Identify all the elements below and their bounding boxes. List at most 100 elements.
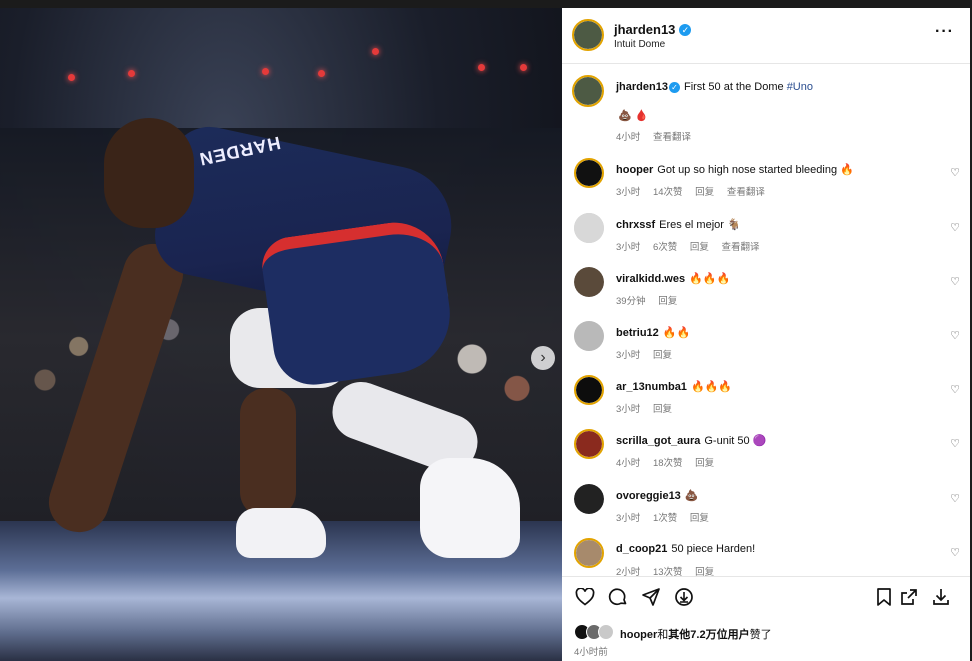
- reply-button[interactable]: 回复: [690, 513, 709, 524]
- comment-item: viralkidd.wes 🔥🔥🔥 39分钟 回复 ♡: [562, 267, 970, 321]
- comment-time: 4小时: [616, 458, 641, 469]
- divider: [562, 576, 970, 577]
- heart-icon[interactable]: ♡: [950, 383, 960, 396]
- bookmark-icon[interactable]: [873, 586, 895, 608]
- reply-button[interactable]: 回复: [695, 458, 714, 469]
- comment-avatar[interactable]: [574, 267, 604, 297]
- caption-hashtag[interactable]: #Uno: [787, 81, 813, 93]
- comment-username[interactable]: scrilla_got_aura: [616, 435, 700, 447]
- reply-button[interactable]: 回复: [653, 404, 672, 415]
- heart-icon[interactable]: [574, 586, 596, 608]
- comment-text: 🔥🔥: [662, 327, 691, 339]
- comment-avatar[interactable]: [574, 158, 604, 188]
- arena-light: [478, 64, 485, 71]
- comment-item: ovoreggie13 💩 3小时 1次赞 回复 ♡: [562, 484, 970, 538]
- comment-time: 39分钟: [616, 296, 646, 307]
- caption-text: First 50 at the Dome: [683, 81, 784, 93]
- comment-likes[interactable]: 18次赞: [653, 458, 683, 469]
- author-avatar[interactable]: [572, 75, 604, 107]
- caption-meta: 4小时 查看翻译: [616, 129, 701, 143]
- comment-time: 3小时: [616, 513, 641, 524]
- reply-button[interactable]: 回复: [695, 187, 714, 198]
- comment-avatar[interactable]: [574, 375, 604, 405]
- heart-icon[interactable]: ♡: [950, 275, 960, 288]
- comment-likes[interactable]: 1次赞: [653, 513, 677, 524]
- comment-time: 3小时: [616, 187, 641, 198]
- likes-joiner: 和: [657, 629, 669, 641]
- likes-suffix: 赞了: [749, 629, 772, 641]
- comment-username[interactable]: hooper: [616, 164, 653, 176]
- player-head: [104, 118, 194, 228]
- comment-username[interactable]: viralkidd.wes: [616, 273, 685, 285]
- comment-avatar[interactable]: [574, 538, 604, 568]
- caption-time: 4小时: [616, 132, 641, 143]
- comment-username[interactable]: ar_13numba1: [616, 381, 687, 393]
- comment-avatar[interactable]: [574, 484, 604, 514]
- arrow-circle-icon[interactable]: [673, 586, 695, 608]
- comment-username[interactable]: d_coop21: [616, 543, 667, 555]
- heart-icon[interactable]: ♡: [950, 492, 960, 505]
- comment-text: 💩: [684, 490, 699, 502]
- author-username[interactable]: jharden13 ✓: [614, 22, 692, 37]
- external-link-icon[interactable]: [898, 586, 920, 608]
- arena-light: [128, 70, 135, 77]
- chevron-right-icon: ›: [540, 349, 546, 366]
- comment-avatar[interactable]: [574, 213, 604, 243]
- heart-icon[interactable]: ♡: [950, 166, 960, 179]
- divider: [562, 63, 970, 64]
- player-leg: [240, 388, 296, 518]
- comment-username[interactable]: ovoreggie13: [616, 490, 681, 502]
- arena-light: [372, 48, 379, 55]
- send-icon[interactable]: [640, 586, 662, 608]
- comment-username[interactable]: chrxssf: [616, 219, 655, 231]
- reply-button[interactable]: 回复: [653, 350, 672, 361]
- comment-likes[interactable]: 6次赞: [653, 242, 677, 253]
- liker-username[interactable]: hooper: [620, 629, 657, 641]
- comment-avatar[interactable]: [574, 321, 604, 351]
- comment-time: 3小时: [616, 242, 641, 253]
- see-translation-link[interactable]: 查看翻译: [722, 242, 760, 253]
- caption-emojis: 💩 🩸: [618, 110, 649, 122]
- arena-light: [68, 74, 75, 81]
- download-icon[interactable]: [930, 586, 952, 608]
- heart-icon[interactable]: ♡: [950, 546, 960, 559]
- comment-avatar[interactable]: [574, 429, 604, 459]
- heart-icon[interactable]: ♡: [950, 437, 960, 450]
- verified-icon: ✓: [668, 82, 680, 93]
- reply-button[interactable]: 回复: [658, 296, 677, 307]
- arena-light: [262, 68, 269, 75]
- comment-time: 3小时: [616, 404, 641, 415]
- post-photo[interactable]: HARDEN: [0, 8, 562, 661]
- comment-item: d_coop21 50 piece Harden! 2小时 13次赞 回复 ♡: [562, 538, 970, 592]
- reply-button[interactable]: 回复: [690, 242, 709, 253]
- comment-text: G-unit 50 🟣: [704, 435, 767, 447]
- heart-icon[interactable]: ♡: [950, 329, 960, 342]
- arena-light: [318, 70, 325, 77]
- next-photo-button[interactable]: ›: [531, 346, 555, 370]
- see-translation-link[interactable]: 查看翻译: [727, 187, 765, 198]
- comment-time: 3小时: [616, 350, 641, 361]
- heart-icon[interactable]: ♡: [950, 221, 960, 234]
- more-options-icon[interactable]: ···: [935, 23, 954, 41]
- liker-avatar: [598, 624, 614, 640]
- likes-others[interactable]: 其他7.2万位用户: [668, 629, 749, 641]
- post-side-panel: jharden13 ✓ Intuit Dome ··· jharden13 ✓ Fir…: [562, 8, 970, 661]
- comment-text: 🔥🔥🔥: [690, 381, 733, 393]
- comment-item: scrilla_got_aura G-unit 50 🟣 4小时 18次赞 回复 …: [562, 429, 970, 483]
- caption-username[interactable]: jharden13: [616, 81, 668, 93]
- player-shoe: [236, 508, 326, 558]
- arena-light: [520, 64, 527, 71]
- comment-item: chrxssf Eres el mejor 🐐 3小时 6次赞 回复 查看翻译 ♡: [562, 213, 970, 267]
- comment-username[interactable]: betriu12: [616, 327, 659, 339]
- comment-text: 50 piece Harden!: [671, 543, 756, 555]
- see-translation-link[interactable]: 查看翻译: [653, 132, 691, 143]
- comment-item: ar_13numba1 🔥🔥🔥 3小时 回复 ♡: [562, 375, 970, 429]
- comment-likes[interactable]: 14次赞: [653, 187, 683, 198]
- author-avatar[interactable]: [572, 19, 604, 51]
- comment-icon[interactable]: [607, 586, 629, 608]
- post-timestamp: 4小时前: [574, 647, 608, 658]
- comment-item: betriu12 🔥🔥 3小时 回复 ♡: [562, 321, 970, 375]
- post-location[interactable]: Intuit Dome: [614, 39, 665, 50]
- player-shoe: [420, 458, 520, 558]
- comment-item: hooper Got up so high nose started bleedi…: [562, 158, 970, 212]
